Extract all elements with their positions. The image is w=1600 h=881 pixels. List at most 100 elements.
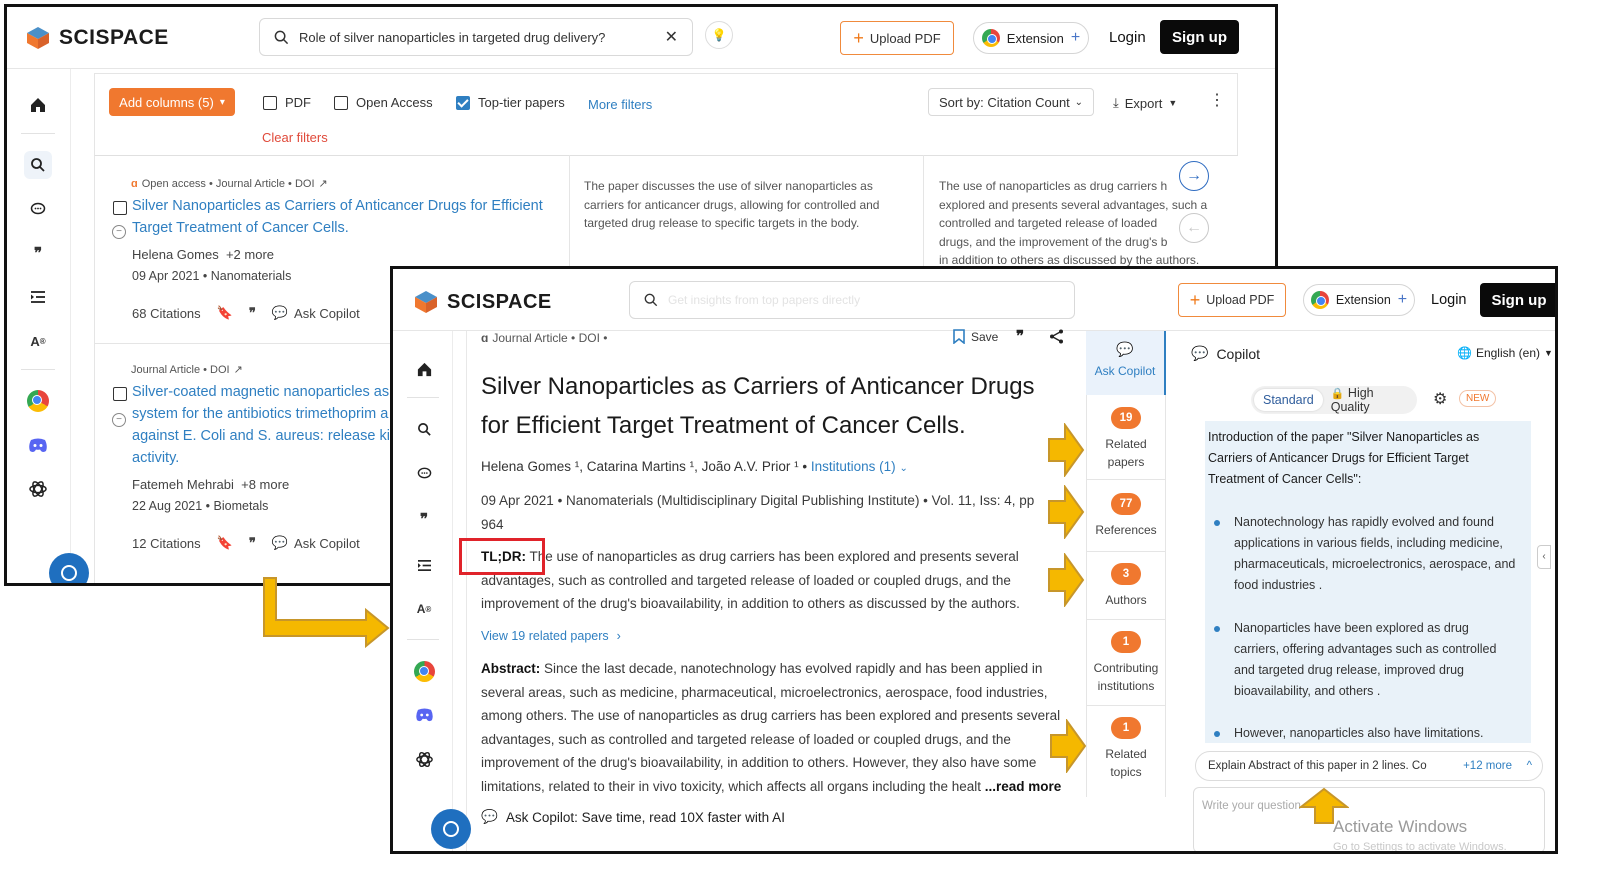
mode-high-quality[interactable]: 🔒 High Quality	[1323, 382, 1417, 418]
clear-filters-link[interactable]: Clear filters	[262, 130, 328, 145]
openai-icon[interactable]	[410, 745, 438, 773]
row-select-checkbox[interactable]	[113, 387, 127, 401]
more-authors[interactable]: +8 more	[241, 477, 289, 492]
stat-related-papers[interactable]: 19 Related papers	[1086, 407, 1166, 471]
export-button[interactable]: ⤓ Export ▼	[1113, 95, 1177, 111]
cite-icon[interactable]: ❞	[249, 305, 256, 321]
paper-authors: Helena Gomes ¹, Catarina Martins ¹, João…	[481, 459, 908, 474]
copilot-bullet: However, nanoparticles also have limitat…	[1234, 723, 1483, 744]
help-fab[interactable]	[49, 553, 89, 583]
stat-contributing-institutions[interactable]: 1 Contributing institutions	[1086, 631, 1166, 695]
more-filters-link[interactable]: More filters	[588, 97, 652, 112]
more-prompts-link[interactable]: +12 more	[1463, 760, 1512, 772]
filter-top-tier[interactable]: Top-tier papers	[456, 95, 565, 110]
lightbulb-icon[interactable]: 💡	[705, 21, 733, 49]
suggested-prompt[interactable]: Explain Abstract of this paper in 2 line…	[1195, 751, 1543, 781]
quality-toggle[interactable]: Standard 🔒 High Quality	[1251, 386, 1417, 414]
mode-standard[interactable]: Standard	[1254, 389, 1323, 411]
login-link[interactable]: Login	[1109, 29, 1146, 46]
chevron-up-icon[interactable]: ^	[1527, 760, 1532, 772]
cite-icon[interactable]: ❞	[1016, 327, 1024, 345]
copilot-icon: 💬	[1116, 341, 1134, 357]
collapse-icon[interactable]: −	[112, 413, 126, 427]
institutions-dropdown[interactable]: Institutions (1) ⌄	[811, 459, 908, 474]
help-fab[interactable]	[431, 809, 471, 849]
chat-icon[interactable]	[24, 195, 52, 223]
citations-count[interactable]: 68 Citations	[132, 306, 201, 321]
nav-divider	[21, 369, 55, 370]
stat-label: Authors	[1105, 593, 1147, 607]
add-columns-button[interactable]: Add columns (5) ▾	[109, 88, 235, 116]
search-input[interactable]: Role of silver nanoparticles in targeted…	[259, 18, 693, 56]
bookmark-icon[interactable]: 🔖	[217, 535, 233, 551]
scroll-left-arrow-icon[interactable]: ←	[1179, 213, 1209, 243]
clear-search-icon[interactable]: ✕	[665, 27, 678, 47]
chevron-down-icon: ⌄	[1074, 96, 1083, 108]
signup-button[interactable]: Sign up	[1480, 283, 1555, 317]
collapse-panel-icon[interactable]: ‹	[1537, 545, 1551, 569]
bullet-line: bioavailability, and others .	[1234, 684, 1381, 698]
login-link[interactable]: Login	[1431, 292, 1466, 308]
scispace-logo[interactable]: SCISPACE	[413, 289, 552, 315]
outline-icon[interactable]	[24, 283, 52, 311]
share-icon[interactable]	[1049, 329, 1064, 344]
ai-detector-icon[interactable]: A ®	[410, 595, 438, 623]
scispace-logo[interactable]: SCISPACE	[25, 25, 169, 51]
sort-select[interactable]: Sort by: Citation Count ⌄	[928, 88, 1094, 116]
literature-search-icon[interactable]	[410, 415, 438, 443]
search-input[interactable]: Get insights from top papers directly	[629, 281, 1075, 319]
view-related-papers-link[interactable]: View 19 related papers ›	[481, 629, 621, 643]
ask-copilot-link[interactable]: 💬 Ask Copilot	[272, 535, 360, 551]
result-title[interactable]: Silver Nanoparticles as Carriers of Anti…	[132, 195, 543, 239]
upload-pdf-button[interactable]: + Upload PDF	[840, 21, 954, 55]
citation-quote-icon[interactable]: ❞	[24, 239, 52, 267]
abstract-line: among others. The use of nanoparticles a…	[481, 708, 1061, 723]
chrome-extension-icon[interactable]	[24, 387, 52, 415]
filter-open-access[interactable]: Open Access	[334, 95, 433, 110]
citation-quote-icon[interactable]: ❞	[410, 505, 438, 533]
chrome-extension-icon[interactable]	[410, 657, 438, 685]
more-authors[interactable]: +2 more	[226, 247, 274, 262]
row-select-checkbox[interactable]	[113, 201, 127, 215]
external-link-icon[interactable]: ↗	[319, 177, 328, 190]
home-icon[interactable]	[24, 91, 52, 119]
discord-icon[interactable]	[24, 431, 52, 459]
ask-copilot-banner[interactable]: 💬 Ask Copilot: Save time, read 10X faste…	[481, 809, 785, 825]
author-list[interactable]: Helena Gomes ¹, Catarina Martins ¹, João…	[481, 459, 807, 474]
signup-button[interactable]: Sign up	[1160, 20, 1239, 54]
extension-button[interactable]: Extension +	[973, 22, 1089, 54]
cite-icon[interactable]: ❞	[249, 535, 256, 551]
result-meta: ɑ Open access • Journal Article • DOI ↗	[131, 177, 328, 191]
ai-detector-icon[interactable]: A ®	[24, 327, 52, 355]
scroll-right-arrow-icon[interactable]: →	[1179, 161, 1209, 191]
bookmark-icon[interactable]: 🔖	[217, 305, 233, 321]
openai-icon[interactable]	[24, 475, 52, 503]
collapse-icon[interactable]: −	[112, 225, 126, 239]
external-link-icon[interactable]: ↗	[234, 363, 243, 376]
discord-icon[interactable]	[410, 701, 438, 729]
upload-pdf-button[interactable]: + Upload PDF	[1178, 283, 1286, 317]
ask-copilot-link[interactable]: 💬 Ask Copilot	[272, 305, 360, 321]
kebab-menu-icon[interactable]: ⋮	[1209, 90, 1225, 110]
outline-icon[interactable]	[410, 551, 438, 579]
stat-authors[interactable]: 3 Authors	[1086, 563, 1166, 609]
filter-pdf[interactable]: PDF	[263, 95, 311, 110]
literature-search-icon[interactable]	[24, 151, 52, 179]
language-label: English (en)	[1475, 346, 1540, 360]
pointer-arrow-up	[1299, 787, 1349, 824]
citations-count[interactable]: 12 Citations	[132, 536, 201, 551]
tldr-highlight-box	[459, 538, 545, 575]
language-select[interactable]: 🌐 English (en) ▼	[1457, 346, 1553, 360]
home-icon[interactable]	[410, 355, 438, 383]
chat-icon[interactable]	[410, 459, 438, 487]
extension-button[interactable]: Extension +	[1303, 284, 1415, 316]
result-title[interactable]: Silver-coated magnetic nanoparticles as …	[132, 381, 390, 469]
publication-info: 09 Apr 2021 • Nanomaterials (Multidiscip…	[481, 489, 1034, 536]
ask-copilot-tab[interactable]: 💬 Ask Copilot	[1086, 331, 1166, 395]
paper-title-line: Silver Nanoparticles as Carriers of Anti…	[481, 373, 1035, 400]
read-more-link[interactable]: ...read more	[985, 779, 1062, 794]
save-button[interactable]: Save	[953, 329, 998, 344]
settings-gear-icon[interactable]: ⚙	[1433, 389, 1447, 409]
stat-related-topics[interactable]: 1 Related topics	[1086, 717, 1166, 781]
stat-references[interactable]: 77 References	[1086, 493, 1166, 539]
